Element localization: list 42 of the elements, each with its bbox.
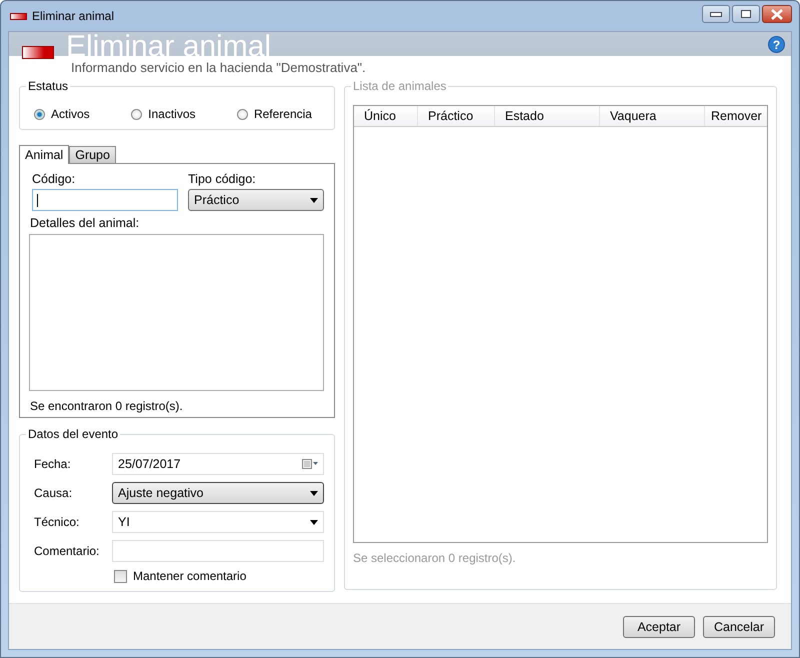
tab[interactable]: Grupo bbox=[69, 146, 116, 163]
close-button[interactable] bbox=[762, 5, 792, 23]
cause-dropdown[interactable]: Ajuste negativo bbox=[112, 482, 324, 504]
radio-option[interactable]: Referencia bbox=[236, 107, 312, 121]
field-label: Tipo código: bbox=[188, 172, 257, 186]
selection-count: Se seleccionaron 0 registro(s). bbox=[353, 551, 517, 565]
group-legend: Lista de animales bbox=[351, 79, 448, 93]
code-type-dropdown[interactable]: Práctico bbox=[188, 189, 324, 211]
tab[interactable]: Animal bbox=[19, 145, 70, 164]
close-icon bbox=[770, 8, 784, 20]
field-label: Fecha: bbox=[34, 457, 72, 471]
radio-option[interactable]: Activos bbox=[34, 107, 90, 121]
header-icon bbox=[22, 46, 54, 59]
radio-option[interactable]: Inactivos bbox=[131, 107, 196, 121]
comment-input-field[interactable] bbox=[112, 540, 324, 562]
technician-combo[interactable]: YI bbox=[112, 511, 324, 533]
field-label: Técnico: bbox=[34, 515, 80, 529]
help-icon[interactable]: ? bbox=[768, 36, 785, 53]
cancel-button[interactable]: Cancelar bbox=[703, 616, 775, 638]
keep-comment-checkbox[interactable]: Mantener comentario bbox=[114, 569, 324, 583]
maximize-button[interactable] bbox=[732, 5, 760, 23]
column-header[interactable]: Único bbox=[354, 106, 418, 126]
header-title: Eliminar animal bbox=[66, 32, 272, 56]
accept-button[interactable]: Aceptar bbox=[623, 616, 695, 638]
field-label: Código: bbox=[32, 172, 76, 186]
date-picker[interactable]: 25/07/2017 bbox=[112, 453, 324, 475]
header-subtitle: Informando servicio en la hacienda "Demostrativa". bbox=[71, 60, 367, 77]
field-label: Causa: bbox=[34, 486, 74, 500]
column-header[interactable]: Práctico bbox=[418, 106, 495, 126]
app-icon bbox=[10, 12, 27, 20]
group-legend: Estatus bbox=[26, 79, 70, 93]
record-count: Se encontraron 0 registro(s). bbox=[30, 399, 184, 413]
column-header[interactable]: Remover bbox=[705, 106, 767, 126]
window-title: Eliminar animal bbox=[32, 9, 114, 23]
code-input-field[interactable] bbox=[32, 189, 178, 211]
field-label: Comentario: bbox=[34, 544, 100, 558]
minimize-button[interactable] bbox=[702, 5, 730, 23]
calendar-icon[interactable] bbox=[302, 459, 318, 469]
column-header[interactable]: Vaquera bbox=[600, 106, 705, 126]
field-label: Detalles del animal: bbox=[30, 216, 140, 230]
group-legend: Datos del evento bbox=[26, 427, 120, 441]
column-header[interactable]: Estado bbox=[495, 106, 600, 126]
